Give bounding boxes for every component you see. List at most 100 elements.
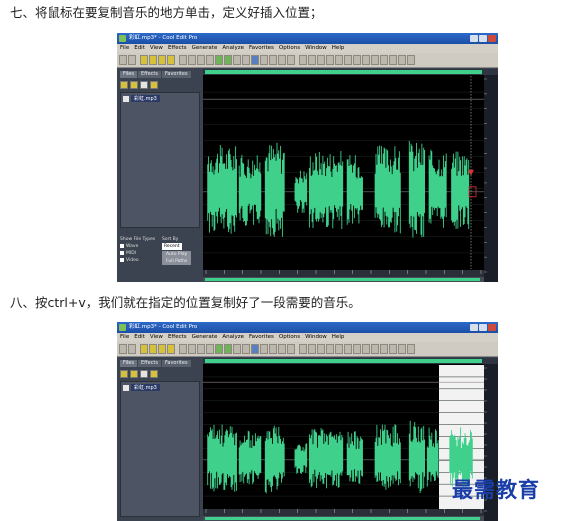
toolbar-button[interactable]	[206, 55, 214, 65]
toolbar-button[interactable]	[215, 344, 223, 354]
toolbar-button[interactable]	[179, 344, 187, 354]
tab-files[interactable]: Files	[120, 71, 137, 78]
toolbar-button[interactable]	[233, 55, 241, 65]
toolbar-button[interactable]	[380, 55, 388, 65]
toolbar-button[interactable]	[224, 344, 232, 354]
close-file-icon[interactable]	[130, 370, 138, 378]
toolbar-button[interactable]	[353, 55, 361, 65]
waveform-view[interactable]	[203, 69, 498, 282]
toolbar-button[interactable]	[344, 344, 352, 354]
menu-edit[interactable]: Edit	[134, 44, 145, 53]
toolbar-button[interactable]	[362, 344, 370, 354]
folder-icon[interactable]	[150, 370, 158, 378]
toolbar-button[interactable]	[308, 55, 316, 65]
menu-analyze[interactable]: Analyze	[222, 44, 244, 53]
toolbar-button[interactable]	[158, 344, 166, 354]
toolbar-button[interactable]	[179, 55, 187, 65]
close-file-icon[interactable]	[130, 81, 138, 89]
toolbar-button[interactable]	[299, 344, 307, 354]
toolbar-button[interactable]	[158, 55, 166, 65]
toolbar-button[interactable]	[206, 344, 214, 354]
menu-file[interactable]: File	[120, 333, 129, 342]
toolbar-button[interactable]	[269, 344, 277, 354]
menu-help[interactable]: Help	[332, 44, 345, 53]
toolbar-button[interactable]	[344, 55, 352, 65]
toolbar-button[interactable]	[398, 55, 406, 65]
toolbar-button[interactable]	[251, 344, 259, 354]
toolbar-button[interactable]	[317, 55, 325, 65]
menu-help[interactable]: Help	[332, 333, 345, 342]
toolbar-button[interactable]	[242, 55, 250, 65]
full-paths-button[interactable]: Full Paths	[162, 258, 192, 265]
menu-edit[interactable]: Edit	[134, 333, 145, 342]
toolbar-button[interactable]	[167, 344, 175, 354]
toolbar-button[interactable]	[119, 55, 127, 65]
toolbar-button[interactable]	[167, 55, 175, 65]
open-file-icon[interactable]	[120, 81, 128, 89]
toolbar-button[interactable]	[233, 344, 241, 354]
toolbar-button[interactable]	[326, 55, 334, 65]
menu-window[interactable]: Window	[305, 333, 327, 342]
toolbar-button[interactable]	[380, 344, 388, 354]
tab-favorites[interactable]: Favorites	[161, 360, 191, 367]
toolbar-button[interactable]	[188, 344, 196, 354]
toolbar-button[interactable]	[197, 55, 205, 65]
checkbox[interactable]	[120, 257, 124, 262]
menu-options[interactable]: Options	[279, 44, 300, 53]
sort-select[interactable]: Recent	[162, 243, 182, 250]
toolbar-button[interactable]	[362, 55, 370, 65]
folder-icon[interactable]	[140, 370, 148, 378]
menu-window[interactable]: Window	[305, 44, 327, 53]
menu-options[interactable]: Options	[279, 333, 300, 342]
toolbar-button[interactable]	[215, 55, 223, 65]
menu-view[interactable]: View	[150, 333, 163, 342]
menu-file[interactable]: File	[120, 44, 129, 53]
toolbar-button[interactable]	[407, 344, 415, 354]
close-icon[interactable]	[488, 35, 496, 42]
list-item[interactable]: 彩虹.mp3	[121, 93, 199, 104]
tab-effects[interactable]: Effects	[137, 360, 161, 367]
toolbar-button[interactable]	[260, 55, 268, 65]
toolbar-button[interactable]	[278, 344, 286, 354]
checkbox[interactable]	[120, 250, 124, 255]
toolbar-button[interactable]	[251, 55, 259, 65]
close-icon[interactable]	[488, 324, 496, 331]
toolbar-button[interactable]	[371, 344, 379, 354]
open-file-icon[interactable]	[140, 55, 148, 65]
open-file-icon[interactable]	[140, 344, 148, 354]
file-type-wave[interactable]: Wave	[120, 243, 155, 250]
toolbar-button[interactable]	[224, 55, 232, 65]
toolbar-button[interactable]	[326, 344, 334, 354]
tab-effects[interactable]: Effects	[137, 71, 161, 78]
maximize-icon[interactable]	[479, 324, 487, 331]
menu-view[interactable]: View	[150, 44, 163, 53]
menu-analyze[interactable]: Analyze	[222, 333, 244, 342]
waveform-editor[interactable]	[203, 69, 498, 282]
menu-effects[interactable]: Effects	[168, 333, 187, 342]
toolbar-button[interactable]	[389, 344, 397, 354]
toolbar-button[interactable]	[389, 55, 397, 65]
toolbar-button[interactable]	[407, 55, 415, 65]
file-type-midi[interactable]: MIDI	[120, 250, 155, 257]
toolbar-button[interactable]	[287, 344, 295, 354]
toolbar-button[interactable]	[353, 344, 361, 354]
toolbar-button[interactable]	[335, 344, 343, 354]
toolbar-button[interactable]	[188, 55, 196, 65]
toolbar-button[interactable]	[287, 55, 295, 65]
minimize-icon[interactable]	[470, 324, 478, 331]
toolbar-button[interactable]	[128, 55, 136, 65]
minimize-icon[interactable]	[470, 35, 478, 42]
open-file-icon[interactable]	[120, 370, 128, 378]
toolbar-button[interactable]	[317, 344, 325, 354]
menu-favorites[interactable]: Favorites	[249, 333, 274, 342]
folder-icon[interactable]	[150, 81, 158, 89]
toolbar-button[interactable]	[269, 55, 277, 65]
tab-files[interactable]: Files	[120, 360, 137, 367]
toolbar-button[interactable]	[308, 344, 316, 354]
toolbar-button[interactable]	[299, 55, 307, 65]
tab-favorites[interactable]: Favorites	[161, 71, 191, 78]
toolbar-button[interactable]	[242, 344, 250, 354]
toolbar-button[interactable]	[278, 55, 286, 65]
toolbar-button[interactable]	[335, 55, 343, 65]
toolbar-button[interactable]	[119, 344, 127, 354]
